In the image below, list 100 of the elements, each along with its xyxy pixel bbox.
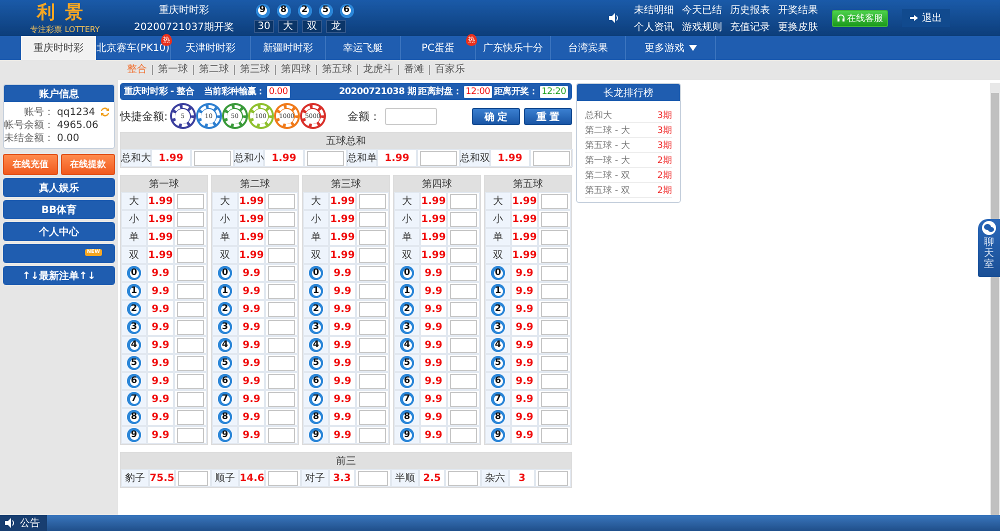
bet-input[interactable] — [450, 194, 477, 208]
play-tab[interactable]: 第一球 — [152, 65, 193, 75]
bet-input[interactable] — [177, 230, 204, 244]
play-tab[interactable]: 番滩 — [398, 65, 429, 75]
bet-input[interactable] — [359, 266, 386, 280]
bet-input[interactable] — [450, 284, 477, 298]
bet-input[interactable] — [359, 284, 386, 298]
bet-input[interactable] — [450, 374, 477, 388]
play-tab[interactable]: 龙虎斗 — [357, 65, 398, 75]
chat-tab[interactable]: 聊天室 — [978, 219, 1000, 277]
bet-input[interactable] — [541, 194, 568, 208]
bet-input[interactable] — [177, 194, 204, 208]
bet-input[interactable] — [268, 248, 295, 262]
menu-button[interactable]: ↑↓最新注单↑↓ — [3, 266, 115, 285]
bet-input[interactable] — [541, 410, 568, 424]
header-link[interactable]: 游戏规则 — [682, 20, 722, 34]
bet-input[interactable] — [177, 248, 204, 262]
game-tab[interactable]: 重庆时时彩 — [21, 36, 96, 60]
bet-input[interactable] — [450, 266, 477, 280]
logout-button[interactable]: 退出 — [902, 9, 950, 27]
play-tab[interactable]: 第三球 — [234, 65, 275, 75]
bet-input[interactable] — [268, 284, 295, 298]
speaker-icon[interactable] — [608, 12, 620, 24]
bet-input[interactable] — [450, 248, 477, 262]
bet-input[interactable] — [541, 230, 568, 244]
bet-input[interactable] — [177, 320, 204, 334]
bet-input[interactable] — [178, 470, 208, 486]
bet-input[interactable] — [541, 392, 568, 406]
bet-input[interactable] — [450, 356, 477, 370]
bet-input[interactable] — [268, 470, 298, 486]
bet-input[interactable] — [268, 230, 295, 244]
bet-input[interactable] — [541, 302, 568, 316]
bet-input[interactable] — [538, 470, 568, 486]
bet-input[interactable] — [450, 230, 477, 244]
header-link[interactable]: 充值记录 — [730, 20, 770, 34]
bet-input[interactable] — [359, 212, 386, 226]
play-tab[interactable]: 第五球 — [316, 65, 357, 75]
refresh-icon[interactable] — [100, 107, 110, 117]
bet-input[interactable] — [268, 266, 295, 280]
bet-input[interactable] — [359, 194, 386, 208]
bet-input[interactable] — [268, 428, 295, 442]
bet-input[interactable] — [541, 428, 568, 442]
notice-button[interactable]: 公告 — [0, 515, 47, 531]
bet-input[interactable] — [268, 194, 295, 208]
bet-input[interactable] — [448, 470, 478, 486]
bet-input[interactable] — [541, 320, 568, 334]
bet-input[interactable] — [268, 302, 295, 316]
bet-input[interactable] — [359, 230, 386, 244]
bet-input[interactable] — [450, 392, 477, 406]
bet-input[interactable] — [450, 320, 477, 334]
header-link[interactable]: 更换皮肤 — [778, 20, 818, 34]
bet-input[interactable] — [177, 374, 204, 388]
bet-input[interactable] — [533, 150, 570, 166]
bet-input[interactable] — [541, 374, 568, 388]
header-link[interactable]: 未结明细 — [634, 2, 674, 16]
bet-input[interactable] — [359, 338, 386, 352]
play-tab[interactable]: 百家乐 — [429, 65, 470, 75]
header-link[interactable]: 开奖结果 — [778, 2, 818, 16]
bet-input[interactable] — [359, 410, 386, 424]
play-tab[interactable]: 第二球 — [193, 65, 234, 75]
bet-input[interactable] — [541, 284, 568, 298]
bet-input[interactable] — [541, 248, 568, 262]
submit-button[interactable]: 确 定 — [472, 108, 520, 124]
bet-input[interactable] — [177, 428, 204, 442]
bet-input[interactable] — [359, 428, 386, 442]
bet-input[interactable] — [268, 392, 295, 406]
bet-input[interactable] — [177, 410, 204, 424]
bet-input[interactable] — [450, 212, 477, 226]
bet-input[interactable] — [268, 374, 295, 388]
header-link[interactable]: 历史报表 — [730, 2, 770, 16]
bet-input[interactable] — [177, 266, 204, 280]
bet-input[interactable] — [194, 150, 231, 166]
menu-button[interactable]: 真人娱乐 — [3, 178, 115, 197]
bet-input[interactable] — [268, 338, 295, 352]
menu-button[interactable]: 个人中心 — [3, 222, 115, 241]
bet-input[interactable] — [359, 374, 386, 388]
submit-button[interactable]: 重 置 — [524, 108, 572, 124]
bet-input[interactable] — [268, 356, 295, 370]
bet-input[interactable] — [359, 320, 386, 334]
bet-input[interactable] — [450, 410, 477, 424]
bet-input[interactable] — [177, 392, 204, 406]
bet-input[interactable] — [268, 212, 295, 226]
bet-input[interactable] — [450, 428, 477, 442]
bet-input[interactable] — [541, 356, 568, 370]
bet-input[interactable] — [541, 266, 568, 280]
bet-input[interactable] — [420, 150, 457, 166]
amount-input[interactable] — [384, 108, 437, 124]
bet-input[interactable] — [177, 284, 204, 298]
bet-input[interactable] — [268, 320, 295, 334]
bet-input[interactable] — [359, 302, 386, 316]
header-link[interactable]: 今天已结 — [682, 2, 722, 16]
bet-input[interactable] — [359, 248, 386, 262]
bet-input[interactable] — [541, 338, 568, 352]
bet-input[interactable] — [359, 392, 386, 406]
bet-input[interactable] — [177, 212, 204, 226]
bet-input[interactable] — [177, 302, 204, 316]
bet-input[interactable] — [307, 150, 344, 166]
bet-input[interactable] — [177, 338, 204, 352]
bet-input[interactable] — [450, 338, 477, 352]
bet-input[interactable] — [358, 470, 388, 486]
